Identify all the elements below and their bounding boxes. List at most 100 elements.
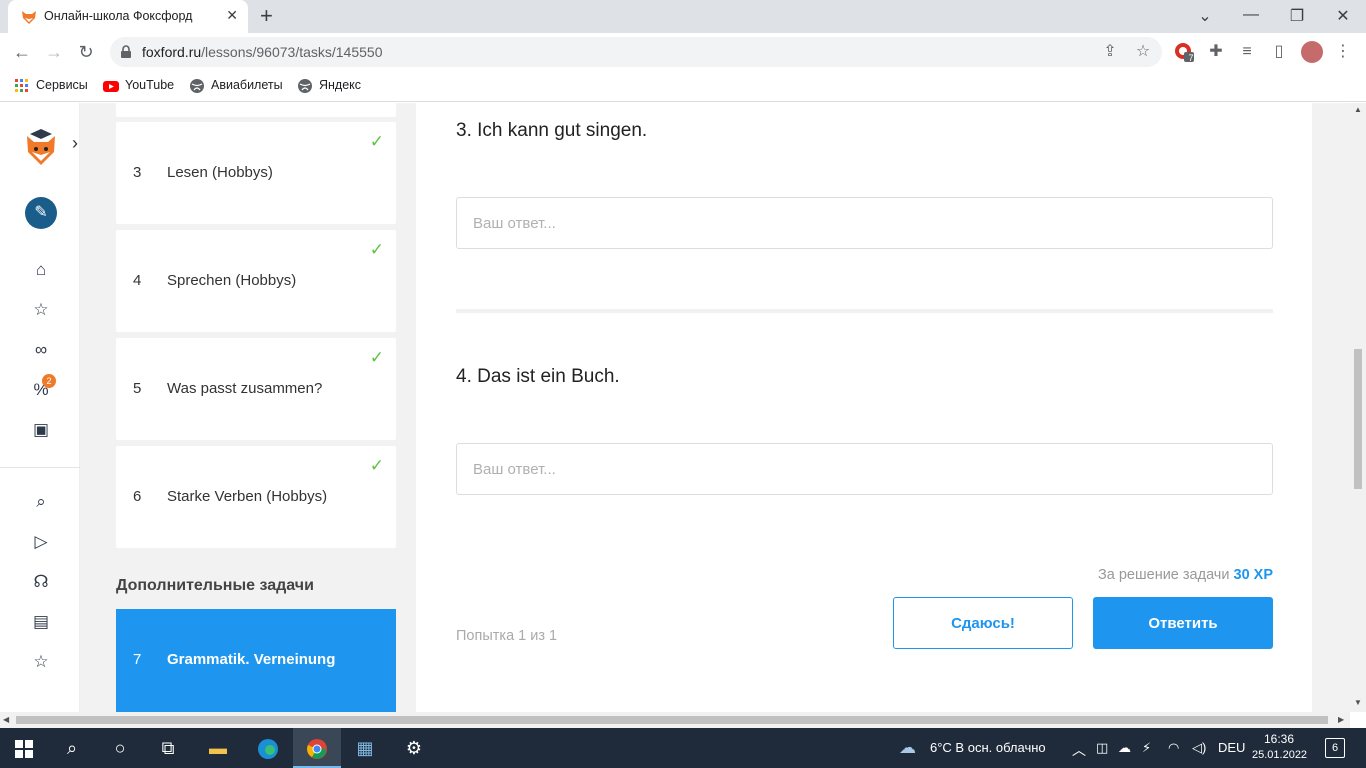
task-number: 3 (133, 164, 142, 181)
bookmark-star-icon[interactable]: ☆ (1133, 42, 1153, 62)
address-bar[interactable]: foxford.ru/lessons/96073/tasks/145550 ⇪ … (110, 37, 1162, 67)
scroll-up-icon[interactable]: ▲ (1354, 105, 1362, 114)
lock-icon[interactable] (120, 45, 132, 59)
bookmark-label: Сервисы (36, 78, 88, 92)
new-tab-icon[interactable]: + (260, 4, 273, 28)
back-icon[interactable]: ← (11, 41, 33, 63)
scroll-left-icon[interactable]: ◀ (3, 715, 9, 724)
browser-toolbar: ← → ↻ foxford.ru/lessons/96073/tasks/145… (0, 33, 1366, 71)
task-label: Grammatik. Verneinung (167, 651, 336, 668)
active-task-card[interactable]: 7 Grammatik. Verneinung (116, 609, 396, 712)
tray-device-icon[interactable]: ◫ (1096, 740, 1108, 756)
settings-gear-icon[interactable]: ⚙ (390, 728, 438, 768)
bookmark-youtube[interactable]: YouTube (103, 77, 174, 95)
tab-title: Онлайн-школа Фоксфорд (44, 9, 193, 23)
file-explorer-icon[interactable]: ▬ (194, 728, 242, 768)
network-icon[interactable]: ◠ (1168, 740, 1179, 756)
task-card[interactable]: 3 Lesen (Hobbys) ✓ (116, 122, 396, 224)
cortana-icon[interactable]: ○ (96, 728, 144, 768)
vertical-scroll-thumb[interactable] (1354, 349, 1362, 489)
search-icon[interactable]: ⌕ (30, 491, 52, 513)
language-indicator[interactable]: DEU (1218, 740, 1245, 755)
favorites-star-icon[interactable]: ☆ (30, 651, 52, 673)
weather-cloud-icon: ☁ (899, 738, 916, 757)
submit-answer-button[interactable]: Ответить (1093, 597, 1273, 649)
star-icon[interactable]: ☆ (30, 299, 52, 321)
checkmark-icon: ✓ (369, 456, 384, 475)
task-label: Sprechen (Hobbys) (167, 272, 297, 289)
tray-chevron-icon[interactable]: ︿ (1072, 740, 1086, 760)
rail-divider (0, 467, 80, 468)
scroll-down-icon[interactable]: ▼ (1354, 698, 1362, 707)
edge-icon[interactable] (244, 728, 292, 768)
task-card[interactable]: 6 Starke Verben (Hobbys) ✓ (116, 446, 396, 548)
task-label: Was passt zusammen? (167, 380, 323, 397)
xp-reward: За решение задачи 30 XP (1098, 567, 1273, 583)
notifications-icon[interactable]: 6 (1325, 738, 1345, 758)
xp-value: 30 XP (1233, 567, 1274, 583)
presentation-icon[interactable]: ▤ (30, 611, 52, 633)
promo-badge: 2 (42, 374, 56, 388)
video-icon[interactable]: ▷ (30, 531, 52, 553)
feather-icon[interactable]: ✎ (25, 197, 57, 229)
task-card[interactable] (116, 103, 396, 117)
youtube-icon (103, 80, 119, 92)
expand-chevron-icon[interactable]: › (72, 133, 78, 154)
share-icon[interactable]: ⇪ (1100, 42, 1120, 62)
foxford-logo-icon[interactable] (24, 128, 58, 166)
url-host: foxford.ru (142, 44, 202, 60)
media-control-icon[interactable]: ≡ (1237, 42, 1257, 62)
xp-text: За решение задачи (1098, 567, 1230, 583)
bookmark-flights[interactable]: Авиабилеты (189, 77, 283, 95)
task-label: Lesen (Hobbys) (167, 164, 273, 181)
bookmark-yandex[interactable]: Яндекс (297, 77, 361, 95)
close-tab-icon[interactable]: ✕ (226, 7, 238, 24)
home-icon[interactable]: ⌂ (30, 259, 52, 281)
app-window-icon[interactable]: ▦ (341, 728, 389, 768)
task-card[interactable]: 5 Was passt zusammen? ✓ (116, 338, 396, 440)
horizontal-scrollbar[interactable]: ◀ ▶ (0, 712, 1350, 728)
url-path: /lessons/96073/tasks/145550 (201, 44, 383, 60)
bookmark-services[interactable]: Сервисы (14, 77, 88, 95)
profile-avatar[interactable] (1301, 41, 1323, 63)
task-view-icon[interactable]: ⧉ (144, 728, 192, 768)
answer-4-input[interactable] (456, 443, 1273, 495)
browser-tab[interactable]: Онлайн-школа Фоксфорд ✕ (8, 0, 248, 33)
chrome-icon[interactable] (293, 728, 341, 768)
question-4-title: 4. Das ist ein Buch. (456, 366, 620, 387)
give-up-button[interactable]: Сдаюсь! (893, 597, 1073, 649)
restore-icon[interactable]: ❐ (1285, 6, 1309, 26)
task-number: 6 (133, 488, 142, 505)
clock-date[interactable]: 25.01.2022 (1252, 749, 1307, 761)
task-number: 7 (133, 651, 142, 668)
globe-icon (190, 78, 204, 93)
answer-3-input[interactable] (456, 197, 1273, 249)
windows-start-icon[interactable] (0, 728, 48, 768)
notifications-count: 6 (1331, 742, 1339, 754)
forward-icon[interactable]: → (43, 41, 65, 63)
volume-icon[interactable]: ◁) (1192, 740, 1206, 756)
side-panel-icon[interactable]: ▯ (1269, 42, 1289, 62)
power-icon[interactable]: ⚡ (1142, 740, 1151, 756)
minimize-icon[interactable]: — (1239, 6, 1263, 24)
clock-time[interactable]: 16:36 (1254, 732, 1304, 746)
web-page: › ✎ ⌂ ☆ ∞ % 2 ▣ ⌕ ▷ ☊ ▤ ☆ 3 Lesen (Hobby… (0, 103, 1350, 712)
question-3-title: 3. Ich kann gut singen. (456, 120, 648, 141)
gift-icon[interactable]: ▣ (30, 419, 52, 441)
search-icon[interactable]: ⌕ (48, 728, 96, 768)
bookmarks-bar: Сервисы YouTube Авиабилеты Яндекс (0, 71, 1366, 102)
vertical-scrollbar[interactable]: ▲ ▼ (1350, 103, 1366, 712)
close-window-icon[interactable]: ✕ (1331, 6, 1355, 26)
puzzle-icon[interactable]: ✚ (1206, 42, 1226, 62)
weather-text[interactable]: 6°C В осн. облачно (930, 740, 1046, 755)
menu-icon[interactable]: ⋮ (1333, 42, 1353, 62)
headphones-icon[interactable]: ☊ (30, 571, 52, 593)
task-card[interactable]: 4 Sprechen (Hobbys) ✓ (116, 230, 396, 332)
scroll-right-icon[interactable]: ▶ (1338, 715, 1344, 724)
horizontal-scroll-thumb[interactable] (16, 716, 1328, 724)
infinity-icon[interactable]: ∞ (30, 339, 52, 361)
reload-icon[interactable]: ↻ (75, 41, 97, 63)
checkmark-icon: ✓ (369, 132, 384, 151)
tab-search-icon[interactable]: ⌄ (1193, 6, 1217, 26)
onedrive-cloud-icon[interactable]: ☁ (1118, 740, 1131, 756)
